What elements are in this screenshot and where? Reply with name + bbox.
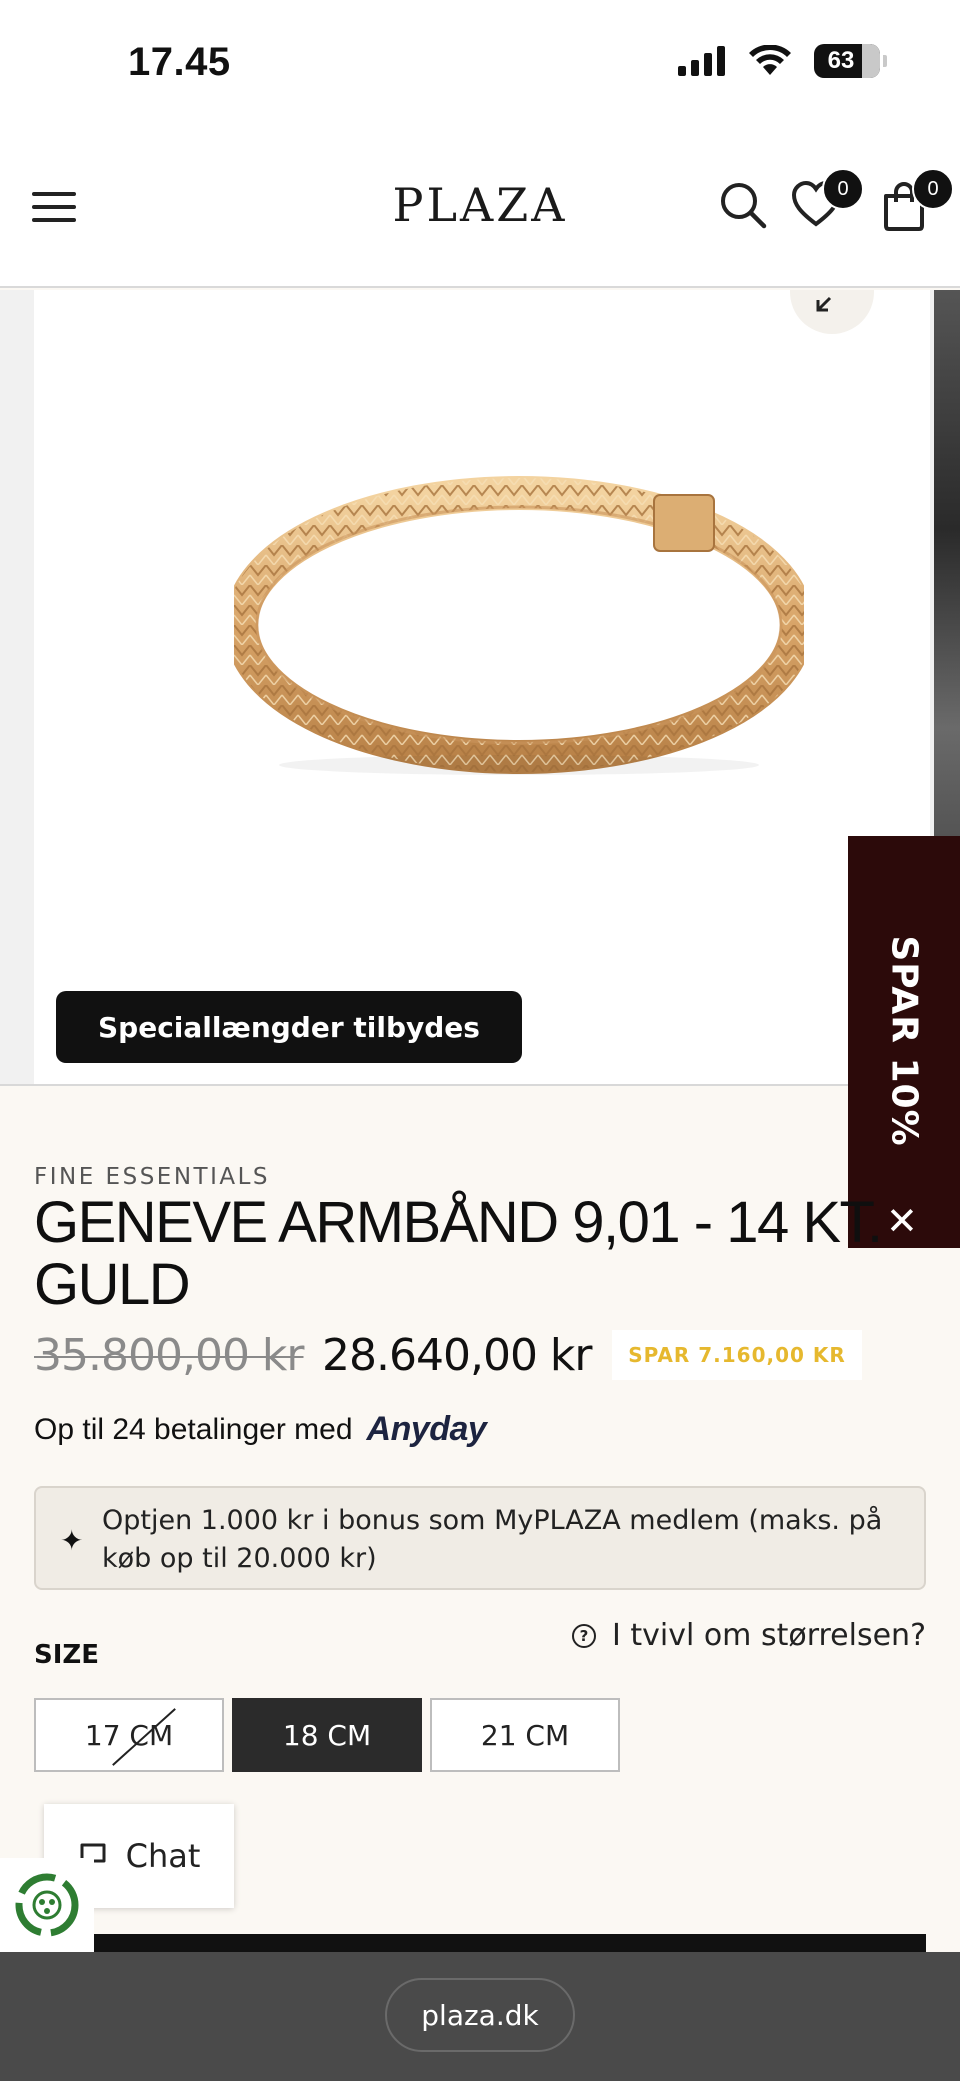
status-time: 17.45: [128, 40, 231, 84]
size-option-17cm[interactable]: 17 CM: [34, 1698, 224, 1772]
status-bar: 17.45 63: [0, 0, 960, 140]
chat-label: Chat: [125, 1837, 201, 1875]
help-circle-icon: ?: [571, 1623, 596, 1648]
bonus-text: Optjen 1.000 kr i bonus som MyPLAZA medl…: [102, 1505, 883, 1574]
size-guide-link[interactable]: ? I tvivl om størrelsen?: [571, 1618, 926, 1653]
size-options: 17 CM 18 CM 21 CM: [34, 1698, 620, 1772]
product-title-line1: GENEVE ARMBÅND 9,01 - 14 KT.: [34, 1190, 883, 1255]
search-icon[interactable]: [718, 180, 770, 240]
product-title-line2: GULD: [34, 1252, 191, 1317]
size-option-18cm[interactable]: 18 CM: [232, 1698, 422, 1772]
url-field[interactable]: plaza.dk: [385, 1978, 575, 2052]
bonus-info-box: ✦ Optjen 1.000 kr i bonus som MyPLAZA me…: [34, 1486, 926, 1590]
cart-button[interactable]: 0: [880, 168, 954, 240]
sale-price: 28.640,00 kr: [322, 1330, 592, 1381]
wifi-icon: [749, 45, 791, 75]
bracelet-image: [234, 476, 804, 775]
size-option-21cm[interactable]: 21 CM: [430, 1698, 620, 1772]
cart-count-badge: 0: [912, 168, 954, 210]
savings-badge: SPAR 7.160,00 KR: [612, 1330, 862, 1380]
battery-indicator: 63: [814, 44, 887, 78]
installment-info[interactable]: Op til 24 betalinger med Anyday: [34, 1410, 487, 1449]
anyday-logo: Anyday: [366, 1410, 487, 1448]
battery-level: 63: [827, 47, 855, 74]
eco-icon: [15, 1873, 79, 1937]
installment-text: Op til 24 betalinger med: [34, 1412, 353, 1446]
size-label: SIZE: [34, 1640, 100, 1670]
eco-badge[interactable]: [0, 1858, 94, 1952]
sparkle-icon: ✦: [60, 1525, 84, 1556]
product-gallery[interactable]: Speciallængder tilbydes: [0, 290, 960, 1086]
size-guide-text: I tvivl om størrelsen?: [611, 1618, 926, 1653]
site-header: PLAZA 0 0: [0, 140, 960, 288]
original-price: 35.800,00 kr: [34, 1330, 304, 1381]
product-brand[interactable]: FINE ESSENTIALS: [34, 1164, 270, 1190]
browser-bar: plaza.dk: [0, 1952, 960, 2081]
promo-label: SPAR 10%: [883, 935, 925, 1147]
wishlist-button[interactable]: 0: [790, 168, 864, 240]
special-lengths-tag: Speciallængder tilbydes: [56, 991, 522, 1063]
zoom-icon: [816, 296, 832, 312]
product-title: GENEVE ARMBÅND 9,01 - 14 KT. GULD: [34, 1192, 914, 1316]
discount-promo-tab[interactable]: SPAR 10% ✕: [848, 836, 960, 1248]
add-to-cart-bar[interactable]: [94, 1934, 926, 1954]
product-image[interactable]: [34, 290, 930, 1084]
status-icons: 63: [678, 44, 887, 78]
wishlist-count-badge: 0: [822, 168, 864, 210]
signal-icon: [678, 46, 725, 76]
